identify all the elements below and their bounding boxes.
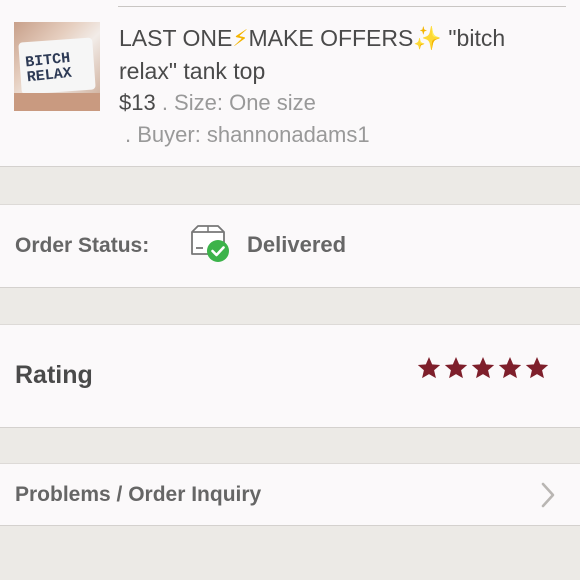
thumbnail-skin	[14, 93, 100, 111]
star-icon	[417, 356, 441, 379]
star-icon	[525, 356, 549, 379]
chevron-right-icon	[541, 482, 555, 508]
order-status-card: Order Status: Delivered	[0, 204, 580, 288]
rating-card: Rating	[0, 324, 580, 428]
title-part-2: MAKE OFFERS	[248, 25, 414, 51]
listing-size: . Size: One size	[155, 90, 316, 115]
listing-price: $13	[119, 90, 156, 115]
title-part-1: LAST ONE	[119, 25, 233, 51]
listing-thumbnail[interactable]: BITCH RELAX	[14, 22, 100, 111]
problems-label: Problems / Order Inquiry	[15, 483, 262, 506]
sparkles-icon: ✨	[413, 25, 442, 51]
buyer-line[interactable]: . Buyer: shannonadams1	[125, 120, 370, 150]
star-icon	[444, 356, 468, 379]
rating-stars	[416, 355, 550, 383]
order-status-value: Delivered	[247, 232, 347, 257]
star-icon	[471, 356, 495, 379]
price-size-line: $13 . Size: One size	[119, 88, 316, 118]
star-icon	[498, 356, 522, 379]
listing-card[interactable]: BITCH RELAX LAST ONE⚡MAKE OFFERS✨ "bitch…	[0, 0, 580, 167]
problems-order-inquiry-row[interactable]: Problems / Order Inquiry	[0, 463, 580, 526]
order-status-label: Order Status:	[15, 234, 150, 257]
delivered-box-icon	[191, 225, 229, 262]
listing-title[interactable]: LAST ONE⚡MAKE OFFERS✨ "bitch relax" tank…	[119, 22, 559, 88]
lightning-bolt-icon: ⚡	[232, 25, 249, 51]
divider	[118, 6, 566, 7]
rating-label: Rating	[15, 361, 93, 389]
